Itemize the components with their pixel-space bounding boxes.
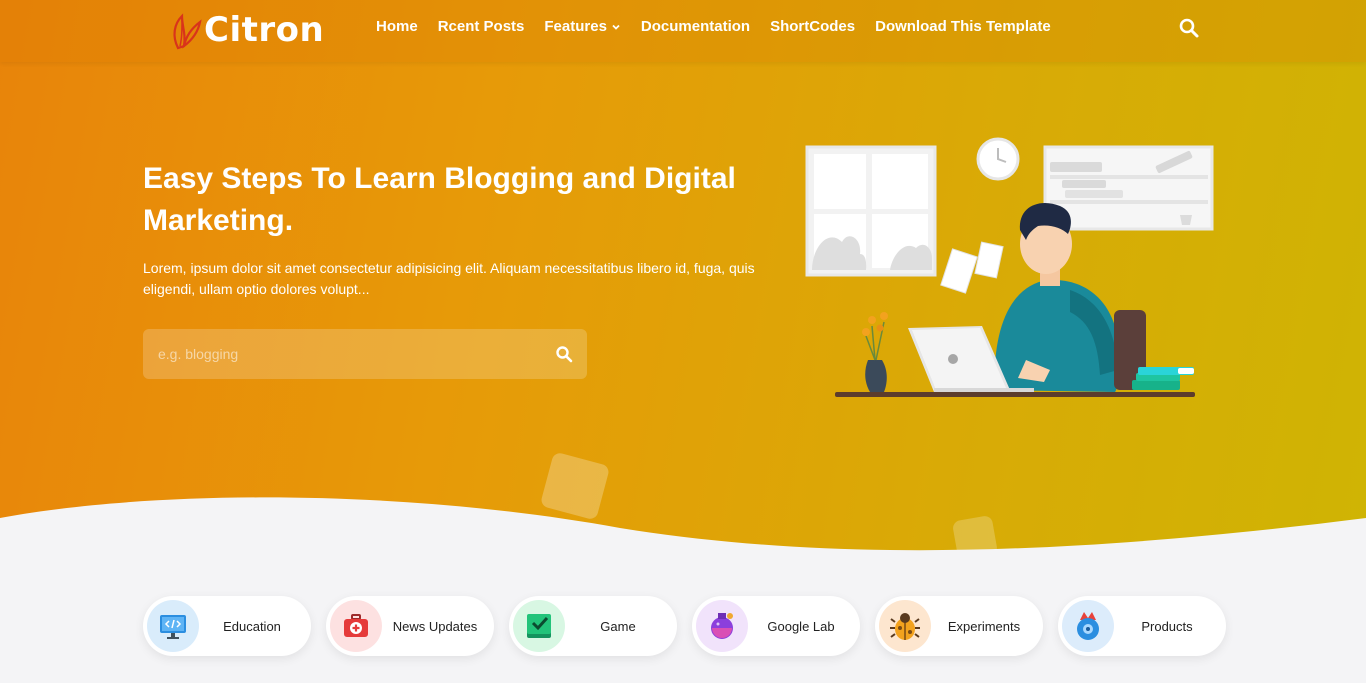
hero-description: Lorem, ipsum dolor sit amet consectetur … — [143, 260, 755, 297]
category-label: Game — [600, 618, 636, 634]
category-label: Products — [1141, 618, 1193, 634]
hero-title: Easy Steps To Learn Blogging and Digital… — [143, 162, 736, 237]
search-icon — [556, 346, 573, 363]
logo-letter: C — [204, 10, 230, 50]
main-nav: Home Rcent Posts Features Documentation … — [376, 18, 1051, 35]
nav-features-label: Features — [544, 18, 607, 35]
bug-icon — [890, 613, 920, 640]
logo-leaf-icon — [173, 13, 202, 50]
nav-features[interactable]: Features — [544, 18, 621, 35]
category-icon-badge — [879, 600, 931, 652]
blogger-at-desk-illustration — [805, 137, 1214, 397]
category-experiments[interactable]: Experiments — [875, 596, 1043, 656]
category-list: Education News Updates Game Google Lab E… — [143, 596, 1226, 656]
search-icon[interactable] — [1178, 17, 1200, 39]
category-icon-badge — [513, 600, 565, 652]
chevron-down-icon — [612, 24, 620, 30]
hero-bottom-wave — [0, 497, 1366, 560]
logo-wordmark: Citron — [204, 10, 324, 50]
category-label: Education — [223, 618, 281, 634]
monitor-code-icon — [160, 615, 186, 639]
category-icon-badge — [330, 600, 382, 652]
hero-section: Citron Home Rcent Posts Features Documen… — [0, 0, 1366, 560]
nav-documentation[interactable]: Documentation — [641, 18, 750, 35]
nav-home[interactable]: Home — [376, 18, 418, 35]
nav-recent-posts[interactable]: Rcent Posts — [438, 18, 525, 35]
top-navbar: Citron Home Rcent Posts Features Documen… — [0, 0, 1366, 62]
category-label: Google Lab — [767, 618, 835, 634]
category-icon-badge — [1062, 600, 1114, 652]
nav-shortcodes[interactable]: ShortCodes — [770, 18, 855, 35]
category-label: News Updates — [392, 618, 478, 634]
category-label: Experiments — [947, 618, 1021, 634]
rocket-disc-icon — [1077, 612, 1099, 640]
category-google-lab[interactable]: Google Lab — [692, 596, 860, 656]
category-news-updates[interactable]: News Updates — [326, 596, 494, 656]
category-education[interactable]: Education — [143, 596, 311, 656]
site-logo[interactable]: Citron — [170, 6, 324, 54]
category-game[interactable]: Game — [509, 596, 677, 656]
first-aid-kit-icon — [344, 614, 368, 637]
category-icon-badge — [696, 600, 748, 652]
flask-icon — [711, 613, 733, 639]
checkbox-icon — [527, 614, 551, 638]
hero-search-button[interactable] — [541, 329, 587, 379]
hero-search-box — [143, 329, 587, 379]
category-products[interactable]: Products — [1058, 596, 1226, 656]
nav-download-template[interactable]: Download This Template — [875, 18, 1051, 35]
hero-search-input[interactable] — [143, 329, 541, 379]
category-icon-badge — [147, 600, 199, 652]
logo-name: itron — [229, 10, 325, 50]
